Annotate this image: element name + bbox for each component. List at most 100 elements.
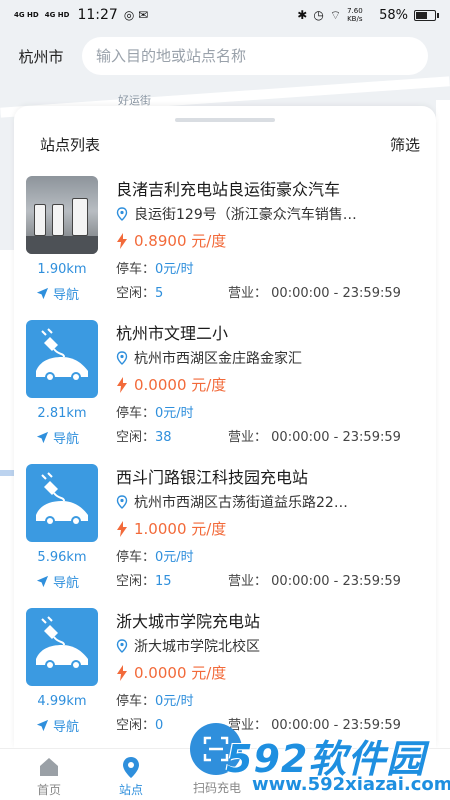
station-name: 杭州市文理二小 bbox=[116, 324, 229, 343]
station-thumbnail[interactable] bbox=[26, 608, 98, 686]
location-pin-icon bbox=[116, 495, 128, 509]
station-distance: 5.96km bbox=[37, 550, 87, 565]
tab-stations[interactable]: 站点 bbox=[86, 755, 176, 798]
notification-icon: ◎ ✉ bbox=[123, 8, 149, 22]
hours-value: 00:00:00 - 23:59:59 bbox=[271, 286, 401, 301]
charging-plug-icon bbox=[36, 472, 88, 526]
station-list-item[interactable]: 1.90km 导航 良渚吉利充电站良运街豪众汽车 良运街129号（浙江豪众汽车销售… 0… bbox=[14, 176, 436, 320]
parking-label: 停车： bbox=[116, 694, 156, 709]
navigate-button[interactable]: 导航 bbox=[36, 716, 79, 735]
free-value: 5 bbox=[155, 286, 164, 301]
status-bar: 4G HD 4G HD 11:27 ◎ ✉ ✱ ◷ ⌔ 7.60 KB/s 58… bbox=[0, 0, 450, 30]
station-name: 西斗门路银江科技园充电站 bbox=[116, 468, 309, 487]
hours-value: 00:00:00 - 23:59:59 bbox=[271, 430, 401, 445]
station-address: 杭州市西湖区古荡街道益乐路22… bbox=[116, 492, 420, 512]
filter-button[interactable]: 筛选 bbox=[390, 134, 420, 155]
station-free-spots: 空闲：38 bbox=[116, 426, 172, 445]
lightning-icon bbox=[117, 232, 127, 249]
station-price-value: 0.0000 元/度 bbox=[134, 664, 227, 682]
drag-handle[interactable] bbox=[175, 118, 275, 122]
top-bar: 杭州市 bbox=[0, 36, 450, 76]
free-label: 空闲： bbox=[116, 718, 156, 733]
station-name: 浙大城市学院充电站 bbox=[116, 612, 261, 631]
network-speed: 7.60 KB/s bbox=[347, 7, 363, 23]
hours-label: 营业： bbox=[228, 430, 268, 445]
navigate-button[interactable]: 导航 bbox=[36, 572, 79, 591]
parking-label: 停车： bbox=[116, 550, 156, 565]
bluetooth-icon: ✱ bbox=[297, 8, 308, 22]
free-label: 空闲： bbox=[116, 430, 156, 445]
station-list-item[interactable]: 5.96km 导航 西斗门路银江科技园充电站杭州市西湖区古荡街道益乐路22… 1.00… bbox=[14, 464, 436, 608]
station-address-text: 杭州市西湖区古荡街道益乐路22… bbox=[134, 495, 348, 511]
navigate-label: 导航 bbox=[53, 288, 80, 303]
station-price: 0.0000 元/度 bbox=[116, 662, 226, 683]
wifi-icon: ⌔ bbox=[329, 7, 342, 22]
home-icon bbox=[40, 758, 58, 776]
station-distance: 4.99km bbox=[37, 694, 87, 709]
station-address: 杭州市西湖区金庄路金家汇 bbox=[116, 348, 420, 368]
tab-home[interactable]: 首页 bbox=[4, 755, 94, 798]
lightning-icon bbox=[117, 376, 127, 393]
station-address: 良运街129号（浙江豪众汽车销售… bbox=[116, 204, 420, 224]
search-input[interactable] bbox=[82, 37, 428, 75]
location-pin-icon bbox=[116, 639, 128, 653]
parking-value: 0元/时 bbox=[155, 406, 194, 421]
navigation-arrow-icon bbox=[36, 575, 49, 588]
battery-percent: 58% bbox=[379, 7, 408, 23]
navigate-label: 导航 bbox=[53, 432, 80, 447]
station-list-item[interactable]: 2.81km 导航 杭州市文理二小 杭州市西湖区金庄路金家汇 0.0000 元/度 停车：… bbox=[14, 320, 436, 464]
battery-icon bbox=[414, 9, 439, 21]
watermark-url: www.592xiazai.com bbox=[252, 774, 450, 795]
navigation-arrow-icon bbox=[36, 431, 49, 444]
lightning-icon bbox=[117, 664, 127, 681]
station-free-spots: 空闲：15 bbox=[116, 570, 172, 589]
station-thumbnail[interactable] bbox=[26, 320, 98, 398]
navigation-arrow-icon bbox=[36, 719, 49, 732]
station-distance: 1.90km bbox=[37, 262, 87, 277]
free-label: 空闲： bbox=[116, 286, 156, 301]
free-value: 15 bbox=[155, 574, 172, 589]
charging-plug-icon bbox=[36, 616, 88, 670]
panel-header: 站点列表 筛选 bbox=[40, 134, 420, 155]
station-thumbnail[interactable] bbox=[26, 464, 98, 542]
station-price: 1.0000 元/度 bbox=[116, 518, 226, 539]
navigate-label: 导航 bbox=[53, 576, 80, 591]
city-selector[interactable]: 杭州市 bbox=[0, 46, 82, 67]
charging-plug-icon bbox=[36, 328, 88, 382]
signal-indicator-2: 4G HD bbox=[44, 10, 70, 19]
free-value: 0 bbox=[155, 718, 164, 733]
navigate-label: 导航 bbox=[53, 720, 80, 735]
location-pin-icon bbox=[116, 351, 128, 365]
station-price-value: 0.8900 元/度 bbox=[134, 232, 227, 250]
panel-title: 站点列表 bbox=[40, 136, 101, 154]
tab-label: 站点 bbox=[118, 783, 143, 797]
station-parking: 停车：0元/时 bbox=[116, 546, 194, 565]
station-address: 浙大城市学院北校区 bbox=[116, 636, 420, 656]
station-price: 0.0000 元/度 bbox=[116, 374, 226, 395]
station-address-text: 良运街129号（浙江豪众汽车销售… bbox=[134, 207, 357, 223]
station-free-spots: 空闲：0 bbox=[116, 714, 163, 733]
navigate-button[interactable]: 导航 bbox=[36, 284, 79, 303]
station-hours: 营业： 00:00:00 - 23:59:59 bbox=[228, 570, 401, 589]
station-parking: 停车：0元/时 bbox=[116, 258, 194, 277]
watermark: 592软件园 www.592xiazai.com bbox=[222, 728, 450, 800]
navigate-button[interactable]: 导航 bbox=[36, 428, 79, 447]
location-pin-icon bbox=[116, 207, 128, 221]
navigation-arrow-icon bbox=[36, 287, 49, 300]
station-thumbnail[interactable] bbox=[26, 176, 98, 254]
signal-indicator-1: 4G HD bbox=[14, 10, 39, 19]
parking-value: 0元/时 bbox=[155, 262, 194, 277]
tab-label: 首页 bbox=[36, 783, 61, 797]
station-price-value: 1.0000 元/度 bbox=[134, 520, 227, 538]
parking-label: 停车： bbox=[116, 406, 156, 421]
alarm-icon: ◷ bbox=[313, 8, 324, 22]
station-hours: 营业： 00:00:00 - 23:59:59 bbox=[228, 282, 401, 301]
station-price: 0.8900 元/度 bbox=[116, 230, 226, 251]
free-label: 空闲： bbox=[116, 574, 156, 589]
free-value: 38 bbox=[155, 430, 172, 445]
station-hours: 营业： 00:00:00 - 23:59:59 bbox=[228, 426, 401, 445]
station-address-text: 杭州市西湖区金庄路金家汇 bbox=[134, 351, 302, 367]
location-pin-icon bbox=[123, 757, 139, 778]
station-parking: 停车：0元/时 bbox=[116, 690, 194, 709]
hours-value: 00:00:00 - 23:59:59 bbox=[271, 574, 401, 589]
